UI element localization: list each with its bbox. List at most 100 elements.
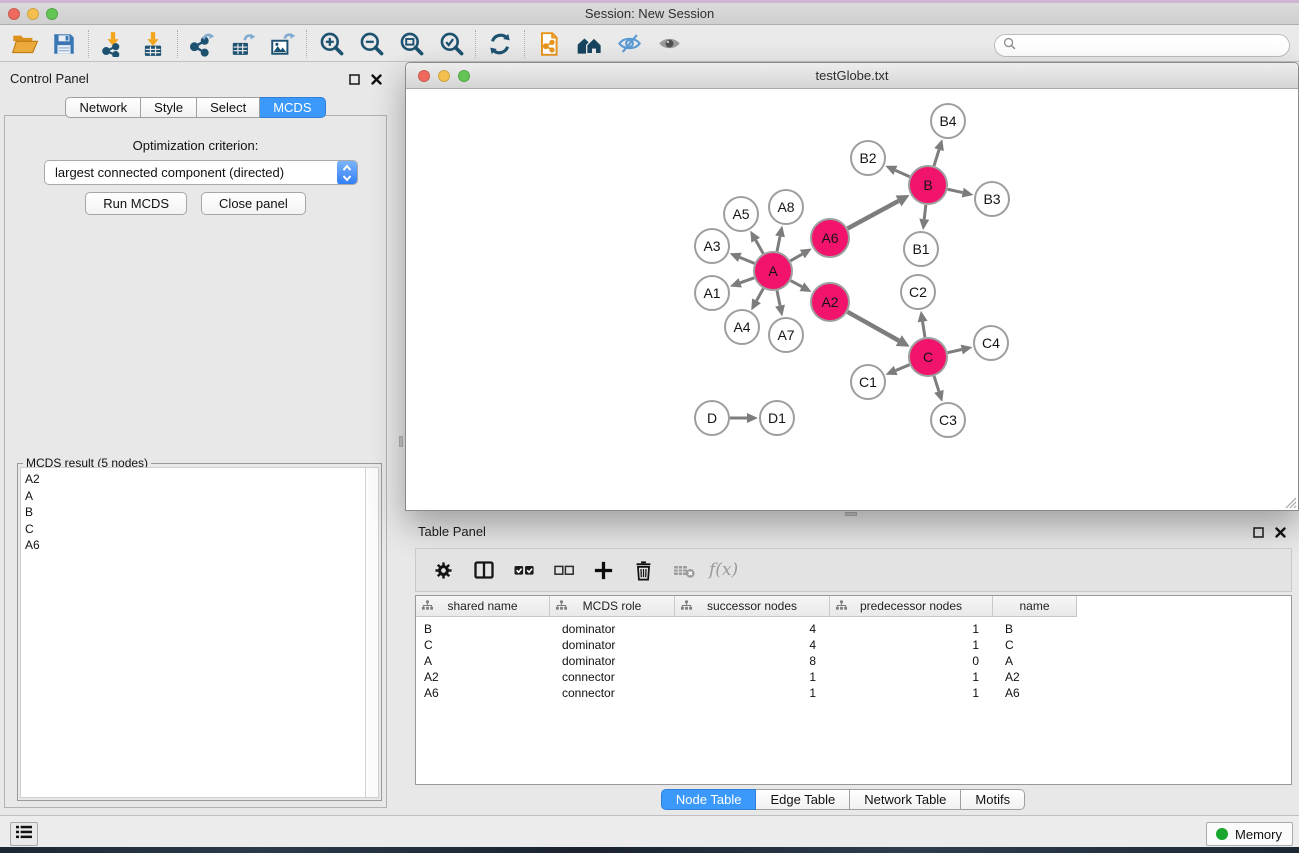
graph-edge-A6-B[interactable] [848, 201, 899, 229]
run-mcds-button[interactable]: Run MCDS [85, 192, 187, 215]
column-header-successor-nodes[interactable]: successor nodes [675, 596, 830, 616]
close-panel-icon[interactable] [371, 72, 382, 90]
mcds-result-item[interactable]: A [21, 488, 378, 505]
export-table-icon[interactable] [222, 28, 262, 60]
graph-edge-C-C1[interactable] [896, 365, 910, 371]
graph-edge-A-A5[interactable] [756, 240, 764, 253]
table-cell: A6 [416, 685, 550, 701]
zoom-selected-icon[interactable] [431, 28, 471, 60]
vertical-splitter-grip[interactable] [399, 436, 403, 447]
tab-select[interactable]: Select [197, 97, 260, 118]
network-minimize-button[interactable] [438, 70, 450, 82]
import-table-icon[interactable] [133, 28, 173, 60]
export-image-icon[interactable] [262, 28, 302, 60]
graph-edge-C-C4[interactable] [948, 350, 962, 353]
close-table-panel-icon[interactable] [1275, 525, 1286, 543]
tab-motifs[interactable]: Motifs [961, 789, 1025, 810]
unselect-all-columns-icon[interactable] [545, 552, 582, 588]
graph-edge-A-A2[interactable] [791, 281, 802, 287]
table-cell: C [416, 637, 550, 653]
tab-mcds[interactable]: MCDS [260, 97, 325, 118]
float-panel-icon[interactable] [349, 72, 360, 90]
graph-edge-A-A3[interactable] [740, 257, 755, 263]
node-table-body: Bdominator41BCdominator41CAdominator80AA… [416, 617, 1291, 701]
table-row[interactable]: A6connector11A6 [416, 685, 1291, 701]
graph-edge-arrowhead [962, 188, 974, 198]
criterion-value: largest connected component (directed) [45, 165, 337, 180]
mcds-result-item[interactable]: A6 [21, 537, 378, 554]
table-row[interactable]: Adominator80A [416, 653, 1291, 669]
resize-grip-icon[interactable] [1284, 496, 1297, 509]
column-header-MCDS-role[interactable]: MCDS role [550, 596, 675, 616]
graph-edge-A2-C[interactable] [847, 312, 898, 341]
table-cell: A2 [416, 669, 550, 685]
network-close-button[interactable] [418, 70, 430, 82]
graph-edge-B-B4[interactable] [934, 150, 939, 166]
table-row[interactable]: Bdominator41B [416, 621, 1291, 637]
graph-node-label: A4 [733, 319, 750, 335]
open-file-icon[interactable] [4, 28, 44, 60]
tab-edge-table[interactable]: Edge Table [756, 789, 850, 810]
tab-network[interactable]: Network [65, 97, 141, 118]
graph-edge-C-C3[interactable] [934, 376, 939, 391]
close-window-button[interactable] [8, 8, 20, 20]
graph-edge-C-C2[interactable] [923, 322, 925, 338]
graph-edge-arrowhead [775, 226, 785, 238]
network-maximize-button[interactable] [458, 70, 470, 82]
graph-edge-A-A8[interactable] [777, 236, 780, 251]
table-cell: 1 [830, 669, 993, 685]
maximize-window-button[interactable] [46, 8, 58, 20]
table-options-gear-icon[interactable] [425, 552, 462, 588]
zoom-in-icon[interactable] [311, 28, 351, 60]
clone-network-icon[interactable] [529, 28, 569, 60]
mcds-result-item[interactable]: B [21, 504, 378, 521]
network-canvas[interactable]: B4B2BB3A5A8A6A3B1AA1C2A2A4A7C4CC1C3DD1 [406, 90, 1298, 510]
show-column-icon[interactable] [465, 552, 502, 588]
minimize-window-button[interactable] [27, 8, 39, 20]
table-row[interactable]: Cdominator41C [416, 637, 1291, 653]
graph-edge-A-A4[interactable] [757, 288, 764, 300]
mcds-result-item[interactable]: C [21, 521, 378, 538]
criterion-dropdown[interactable]: largest connected component (directed) [44, 160, 358, 185]
export-network-icon[interactable] [182, 28, 222, 60]
search-input[interactable] [1020, 37, 1289, 55]
column-header-predecessor-nodes[interactable]: predecessor nodes [830, 596, 993, 616]
import-network-icon[interactable] [93, 28, 133, 60]
zoom-out-icon[interactable] [351, 28, 391, 60]
graph-edge-A-A6[interactable] [790, 254, 802, 261]
tab-network-table[interactable]: Network Table [850, 789, 961, 810]
close-panel-button[interactable]: Close panel [201, 192, 306, 215]
float-table-panel-icon[interactable] [1253, 525, 1264, 543]
graph-edge-A-A7[interactable] [777, 291, 780, 306]
delete-columns-trash-icon[interactable] [625, 552, 662, 588]
table-row[interactable]: A2connector11A2 [416, 669, 1291, 685]
graph-edge-A-A1[interactable] [740, 278, 754, 283]
add-column-icon[interactable] [585, 552, 622, 588]
tab-style[interactable]: Style [141, 97, 197, 118]
save-session-icon[interactable] [44, 28, 84, 60]
toolbar-separator [88, 30, 89, 58]
hide-selected-icon[interactable] [609, 28, 649, 60]
table-cell: dominator [550, 621, 675, 637]
graph-edge-B-B2[interactable] [895, 170, 909, 176]
tab-node-table[interactable]: Node Table [661, 789, 757, 810]
graph-node-label: A3 [703, 238, 720, 254]
network-search-field[interactable] [994, 34, 1290, 57]
graph-edge-B-B3[interactable] [948, 189, 963, 192]
task-history-button[interactable] [10, 822, 38, 846]
show-selected-icon[interactable] [649, 28, 689, 60]
network-window-titlebar[interactable]: testGlobe.txt [406, 63, 1298, 89]
graph-edge-B-B1[interactable] [924, 205, 926, 219]
column-header-name[interactable]: name [993, 596, 1077, 616]
application-window: Session: New Session [0, 0, 1299, 853]
result-scrollbar[interactable] [365, 468, 378, 797]
show-all-networks-icon[interactable] [569, 28, 609, 60]
zoom-fit-icon[interactable] [391, 28, 431, 60]
mcds-result-item[interactable]: A2 [21, 471, 378, 488]
delete-table-icon[interactable] [665, 552, 702, 588]
refresh-icon[interactable] [480, 28, 520, 60]
mcds-result-list: A2ABCA6 [21, 468, 378, 554]
select-all-columns-icon[interactable] [505, 552, 542, 588]
column-header-shared-name[interactable]: shared name [416, 596, 550, 616]
memory-button[interactable]: Memory [1206, 822, 1293, 846]
